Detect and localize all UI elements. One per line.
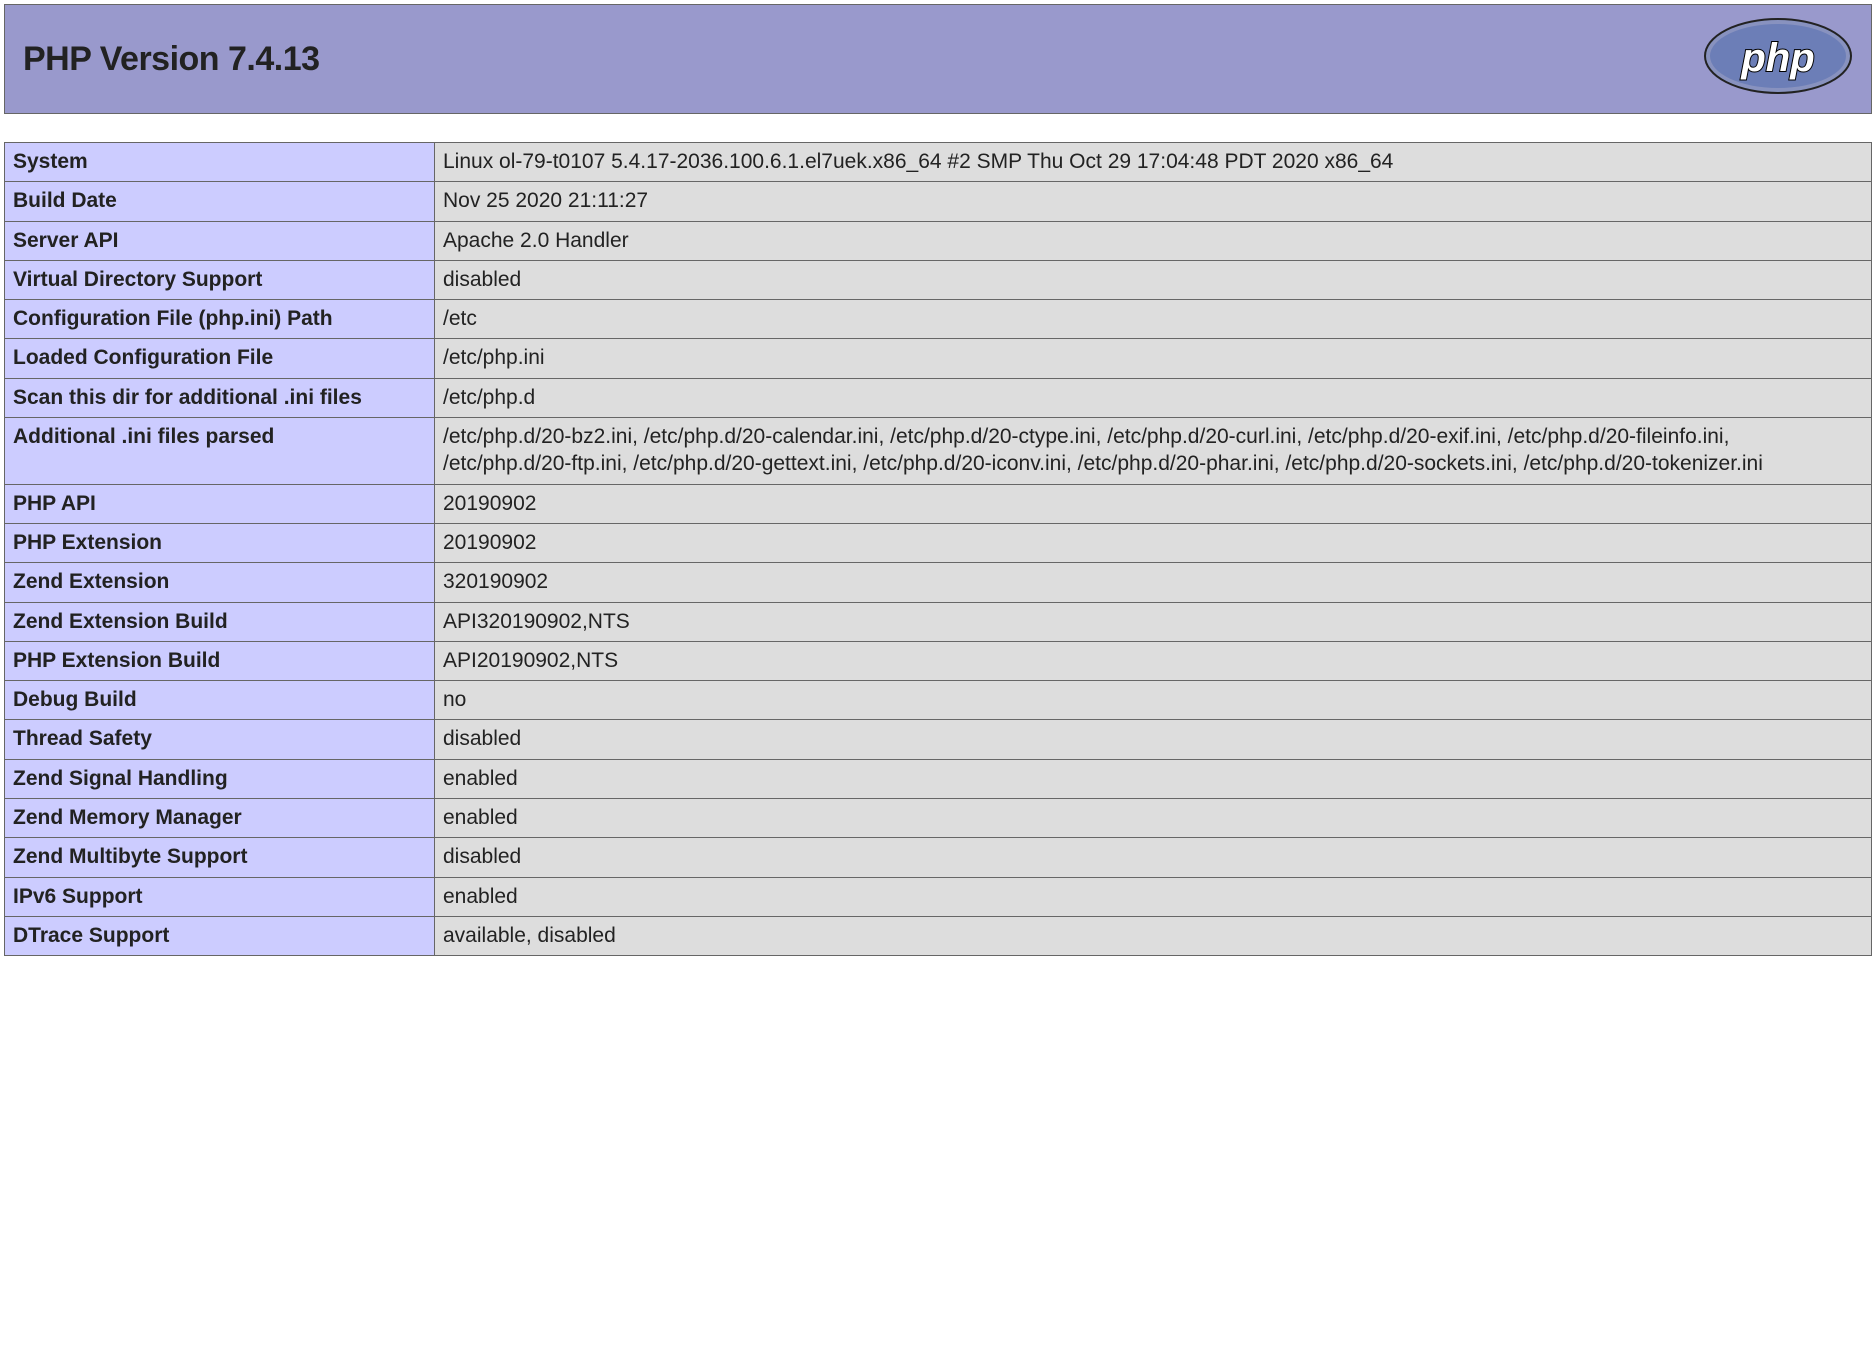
info-key: Debug Build [5, 681, 435, 720]
svg-text:php: php [1740, 36, 1814, 80]
info-key: PHP API [5, 484, 435, 523]
table-row: PHP Extension20190902 [5, 523, 1872, 562]
table-row: Virtual Directory Supportdisabled [5, 260, 1872, 299]
table-row: Thread Safetydisabled [5, 720, 1872, 759]
table-row: PHP API20190902 [5, 484, 1872, 523]
table-row: PHP Extension BuildAPI20190902,NTS [5, 641, 1872, 680]
info-value: enabled [435, 799, 1872, 838]
info-value: disabled [435, 838, 1872, 877]
table-row: Zend Multibyte Supportdisabled [5, 838, 1872, 877]
info-key: PHP Extension [5, 523, 435, 562]
info-value: API20190902,NTS [435, 641, 1872, 680]
table-row: Zend Extension BuildAPI320190902,NTS [5, 602, 1872, 641]
table-row: Build DateNov 25 2020 21:11:27 [5, 182, 1872, 221]
info-key: Zend Multibyte Support [5, 838, 435, 877]
table-row: IPv6 Supportenabled [5, 877, 1872, 916]
info-key: Thread Safety [5, 720, 435, 759]
table-row: Zend Memory Managerenabled [5, 799, 1872, 838]
info-value: Linux ol-79-t0107 5.4.17-2036.100.6.1.el… [435, 143, 1872, 182]
info-value: API320190902,NTS [435, 602, 1872, 641]
info-key: DTrace Support [5, 916, 435, 955]
page-title: PHP Version 7.4.13 [23, 40, 320, 79]
info-value: disabled [435, 260, 1872, 299]
table-row: Zend Extension320190902 [5, 563, 1872, 602]
info-value: /etc/php.ini [435, 339, 1872, 378]
php-logo-icon: php [1703, 17, 1853, 101]
table-row: Additional .ini files parsed/etc/php.d/2… [5, 418, 1872, 485]
table-row: DTrace Supportavailable, disabled [5, 916, 1872, 955]
info-key: Virtual Directory Support [5, 260, 435, 299]
info-value: 320190902 [435, 563, 1872, 602]
table-row: Server APIApache 2.0 Handler [5, 221, 1872, 260]
table-row: Loaded Configuration File/etc/php.ini [5, 339, 1872, 378]
table-row: Debug Buildno [5, 681, 1872, 720]
info-value: no [435, 681, 1872, 720]
info-key: Configuration File (php.ini) Path [5, 300, 435, 339]
info-value: disabled [435, 720, 1872, 759]
info-key: PHP Extension Build [5, 641, 435, 680]
info-value: 20190902 [435, 484, 1872, 523]
table-row: Zend Signal Handlingenabled [5, 759, 1872, 798]
info-value: available, disabled [435, 916, 1872, 955]
info-value: 20190902 [435, 523, 1872, 562]
info-key: Server API [5, 221, 435, 260]
info-value: enabled [435, 759, 1872, 798]
info-key: Build Date [5, 182, 435, 221]
info-value: Apache 2.0 Handler [435, 221, 1872, 260]
table-row: Configuration File (php.ini) Path/etc [5, 300, 1872, 339]
info-key: Zend Extension [5, 563, 435, 602]
phpinfo-table: SystemLinux ol-79-t0107 5.4.17-2036.100.… [4, 142, 1872, 956]
info-key: System [5, 143, 435, 182]
info-key: Zend Memory Manager [5, 799, 435, 838]
info-key: Loaded Configuration File [5, 339, 435, 378]
info-key: Scan this dir for additional .ini files [5, 378, 435, 417]
info-key: Additional .ini files parsed [5, 418, 435, 485]
table-row: Scan this dir for additional .ini files/… [5, 378, 1872, 417]
info-value: /etc [435, 300, 1872, 339]
info-value: enabled [435, 877, 1872, 916]
info-value: /etc/php.d [435, 378, 1872, 417]
table-row: SystemLinux ol-79-t0107 5.4.17-2036.100.… [5, 143, 1872, 182]
info-key: IPv6 Support [5, 877, 435, 916]
info-key: Zend Extension Build [5, 602, 435, 641]
phpinfo-header-banner: PHP Version 7.4.13 php [4, 4, 1872, 114]
info-key: Zend Signal Handling [5, 759, 435, 798]
info-value: /etc/php.d/20-bz2.ini, /etc/php.d/20-cal… [435, 418, 1872, 485]
info-value: Nov 25 2020 21:11:27 [435, 182, 1872, 221]
